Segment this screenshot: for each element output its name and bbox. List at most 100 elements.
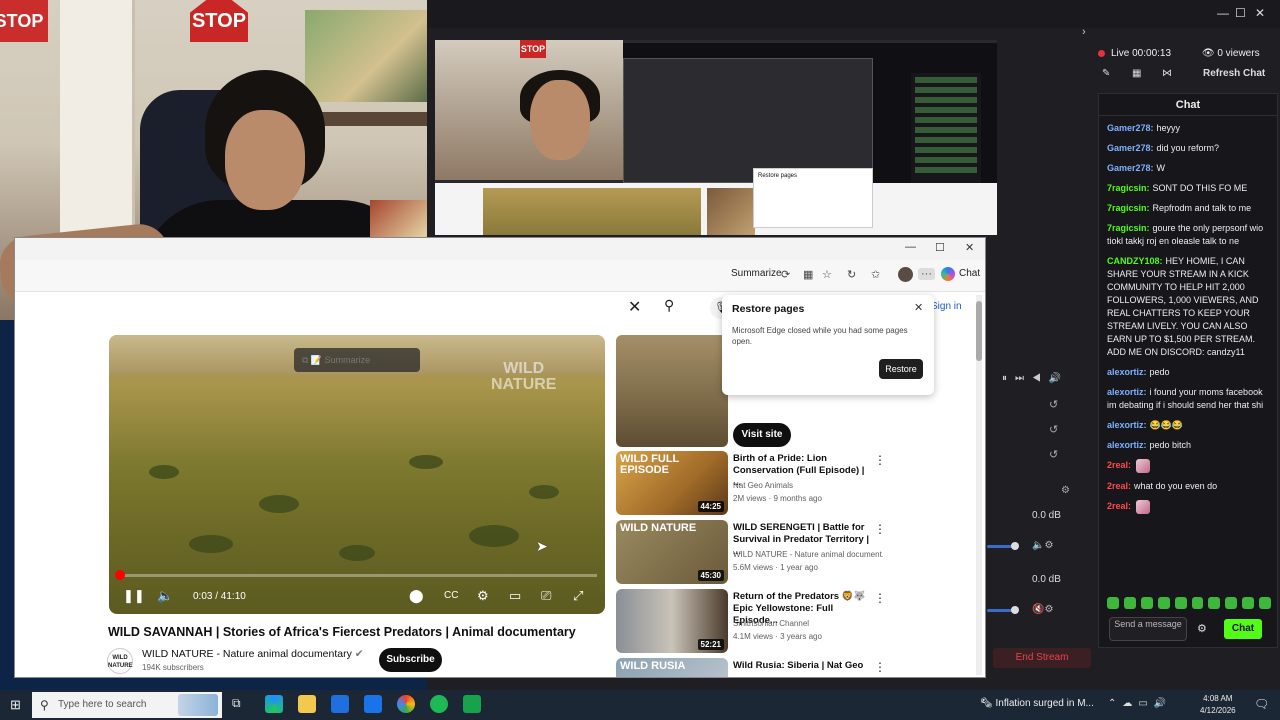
settings-gear-icon[interactable]: ⚙: [477, 588, 489, 604]
emote-icon[interactable]: [1123, 597, 1136, 609]
emote-icon[interactable]: [1140, 597, 1153, 609]
favorites-icon[interactable]: ✩: [871, 268, 880, 281]
more-menu-icon[interactable]: ···: [918, 268, 935, 280]
end-stream-button[interactable]: End Stream: [993, 648, 1091, 668]
restore-button[interactable]: Restore: [879, 359, 923, 379]
clock[interactable]: 4:08 AM 4/12/2026: [1200, 693, 1236, 717]
search-icon[interactable]: ⚲: [664, 297, 674, 314]
summarize-button[interactable]: Summarize: [731, 268, 782, 279]
windows-start-icon[interactable]: ⊞: [10, 697, 21, 713]
chat-username[interactable]: CANDZY108:: [1107, 256, 1163, 266]
chat-username[interactable]: Gamer278:: [1107, 143, 1154, 153]
gear-icon[interactable]: ⚙: [1197, 622, 1207, 635]
video-thumbnail[interactable]: WILD NATURE 45:30: [616, 520, 728, 584]
reset-icon[interactable]: ↺: [1049, 423, 1058, 436]
maximize-icon[interactable]: ☐: [935, 241, 945, 254]
media-controls[interactable]: ⏸⏭◀🔊: [1002, 373, 1069, 384]
cast-icon[interactable]: ⎚: [541, 588, 551, 604]
summarize-icon[interactable]: ⟳: [781, 268, 790, 281]
emote-icon[interactable]: [1191, 597, 1204, 609]
video-summarize-overlay[interactable]: ⧉ 📝 Summarize: [294, 348, 420, 372]
video-thumbnail[interactable]: WILD FULL EPISODE 44:25: [616, 451, 728, 515]
autoplay-toggle-icon[interactable]: ⬤: [409, 588, 424, 604]
chat-username[interactable]: Gamer278:: [1107, 123, 1154, 133]
reset-icon[interactable]: ↺: [1049, 448, 1058, 461]
clear-search-icon[interactable]: ✕: [628, 297, 641, 317]
recommended-channel[interactable]: Nat Geo Animals: [733, 481, 883, 490]
pause-icon[interactable]: ❚❚: [123, 588, 145, 604]
channel-name-text[interactable]: WILD NATURE - Nature animal documentary: [142, 648, 352, 660]
recommended-video[interactable]: WILD NATURE 45:30 WILD SERENGETI | Battle …: [616, 520, 976, 584]
chat-username[interactable]: 7ragicsin:: [1107, 223, 1150, 233]
page-scrollbar[interactable]: [976, 295, 982, 675]
kick-app-icon[interactable]: [463, 695, 481, 713]
dock-icon[interactable]: ▦: [1132, 68, 1141, 79]
close-icon[interactable]: ✕: [965, 241, 974, 254]
fullscreen-icon[interactable]: ⤢: [573, 588, 583, 604]
recommended-title[interactable]: Wild Rusia: Siberia | Nat Geo: [733, 660, 873, 672]
chevron-right-icon[interactable]: ›: [1082, 26, 1086, 38]
emote-icon[interactable]: [1259, 597, 1272, 609]
chat-button[interactable]: Chat: [959, 268, 980, 279]
chat-username[interactable]: 2real:: [1107, 501, 1131, 511]
miniplayer-icon[interactable]: ▭: [509, 588, 521, 604]
chat-username[interactable]: Gamer278:: [1107, 163, 1154, 173]
split-screen-icon[interactable]: ▦: [803, 268, 813, 281]
copilot-icon[interactable]: [941, 267, 955, 281]
minimize-icon[interactable]: —: [905, 241, 916, 253]
emote-icon[interactable]: [1107, 597, 1119, 609]
more-options-icon[interactable]: ⋮: [874, 660, 886, 674]
speaker-icon[interactable]: 🔈⚙: [1032, 540, 1053, 551]
emote-icon[interactable]: [1174, 597, 1187, 609]
more-options-icon[interactable]: ⋮: [874, 591, 886, 605]
captions-icon[interactable]: CC: [444, 590, 458, 601]
channel-name[interactable]: WILD NATURE - Nature animal documentary …: [142, 648, 364, 660]
chat-username[interactable]: 2real:: [1107, 481, 1131, 491]
sign-in-link[interactable]: Sign in: [931, 301, 962, 312]
chat-username[interactable]: alexortiz:: [1107, 367, 1147, 377]
minimize-icon[interactable]: —: [1217, 6, 1229, 20]
system-tray[interactable]: ⌃☁▭🔊: [1108, 698, 1172, 709]
channel-avatar[interactable]: WILD NATURE: [107, 648, 133, 674]
recommended-channel[interactable]: WILD NATURE - Nature animal document...: [733, 550, 883, 559]
edge-app-icon[interactable]: [265, 695, 283, 713]
emote-icon[interactable]: [1157, 597, 1170, 609]
pencil-icon[interactable]: ✎: [1102, 68, 1110, 79]
profile-avatar[interactable]: [898, 267, 913, 282]
notification-icon[interactable]: 🗨: [1254, 697, 1269, 711]
maximize-icon[interactable]: ☐: [1235, 6, 1246, 20]
volume-fader[interactable]: [987, 542, 1019, 550]
recommended-channel[interactable]: Smithsonian Channel: [733, 619, 883, 628]
file-explorer-icon[interactable]: [298, 695, 316, 713]
close-icon[interactable]: ✕: [914, 301, 923, 314]
news-widget[interactable]: 🗞 Inflation surged in M...: [980, 698, 1094, 709]
store-icon[interactable]: [331, 695, 349, 713]
chat-username[interactable]: 2real:: [1107, 460, 1131, 470]
chat-username[interactable]: alexortiz:: [1107, 420, 1147, 430]
progress-bar[interactable]: [117, 574, 597, 577]
refresh-icon[interactable]: ↻: [847, 268, 856, 281]
spotify-icon[interactable]: [430, 695, 448, 713]
ad-thumbnail[interactable]: [616, 335, 728, 447]
settings-icon[interactable]: ⚙: [1061, 485, 1070, 496]
video-player[interactable]: WILD NATURE ⧉ 📝 Summarize ❚❚ 🔈 0:03 / 41:…: [109, 335, 605, 614]
volume-icon[interactable]: 🔈: [157, 588, 173, 604]
subscribe-button[interactable]: Subscribe: [379, 648, 442, 672]
video-thumbnail[interactable]: 52:21: [616, 589, 728, 653]
reset-icon[interactable]: ↺: [1049, 398, 1058, 411]
more-options-icon[interactable]: ⋮: [874, 453, 886, 467]
chat-username[interactable]: 7ragicsin:: [1107, 203, 1150, 213]
task-view-icon[interactable]: ⧉: [232, 696, 241, 711]
recommended-video[interactable]: WILD RUSIA Wild Rusia: Siberia | Nat Geo ⋮: [616, 658, 976, 677]
recommended-video[interactable]: 52:21 Return of the Predators 🦁🐺 Epic Yel…: [616, 589, 976, 653]
recommended-video[interactable]: WILD FULL EPISODE 44:25 Birth of a Pride: …: [616, 451, 976, 515]
speaker-muted-icon[interactable]: 🔇⚙: [1032, 604, 1053, 615]
chat-send-button[interactable]: Chat: [1224, 619, 1262, 639]
emote-icon[interactable]: [1208, 597, 1221, 609]
more-options-icon[interactable]: ⋮: [874, 522, 886, 536]
progress-scrubber[interactable]: [115, 570, 125, 580]
share-icon[interactable]: ⋈: [1162, 68, 1172, 79]
emote-icon[interactable]: [1242, 597, 1255, 609]
close-icon[interactable]: ✕: [1255, 6, 1265, 20]
chat-message-input[interactable]: Send a message: [1109, 617, 1187, 641]
